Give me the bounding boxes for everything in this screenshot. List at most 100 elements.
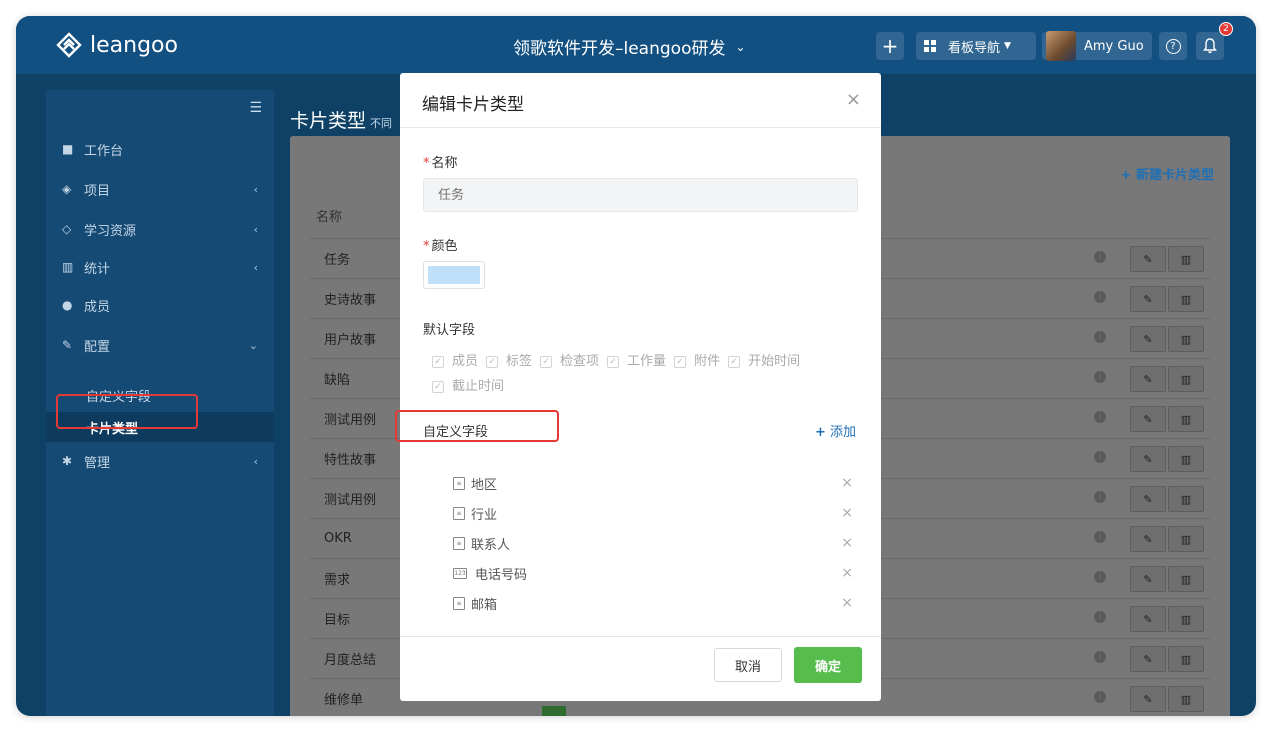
new-card-type-button[interactable]: + 新建卡片类型 — [1121, 164, 1214, 183]
info-icon[interactable]: i — [1094, 571, 1106, 583]
default-field-label: 工作量 — [627, 354, 667, 369]
sidebar-item-workbench[interactable]: ■ 工作台 — [46, 130, 274, 168]
page-title-text: 卡片类型 — [290, 110, 367, 132]
trash-icon: ▥ — [1180, 692, 1192, 706]
row-name: 任务 — [324, 253, 351, 268]
help-button[interactable]: ? — [1159, 32, 1187, 60]
sidebar-item-config[interactable]: ✎ 配置 ⌄ — [46, 326, 274, 364]
sidebar-item-label: 配置 — [84, 339, 111, 355]
project-selector[interactable]: 领歌软件开发–leangoo研发 ⌄ — [513, 34, 746, 59]
info-icon[interactable]: i — [1094, 331, 1106, 343]
delete-button[interactable]: ▥ — [1168, 686, 1204, 712]
default-field-checkbox[interactable]: ✓ 检查项 — [540, 350, 599, 374]
default-field-checkbox[interactable]: ✓ 成员 — [432, 350, 478, 374]
edit-button[interactable]: ✎ — [1130, 606, 1166, 632]
logo[interactable]: leangoo — [56, 29, 178, 61]
board-nav-label: 看板导航 — [948, 40, 1001, 56]
page-subtitle: 不同 — [370, 117, 393, 130]
pencil-icon: ✎ — [1143, 492, 1153, 506]
delete-button[interactable]: ▥ — [1168, 246, 1204, 272]
cancel-button[interactable]: 取消 — [714, 648, 782, 682]
sidebar-item-admin[interactable]: ✱ 管理 ‹ — [46, 442, 274, 480]
chevron-left-icon: ‹ — [253, 454, 258, 468]
confirm-button[interactable]: 确定 — [794, 647, 862, 683]
sidebar-item-learning[interactable]: ◇ 学习资源 ‹ — [46, 210, 274, 248]
trash-icon: ▥ — [1180, 532, 1192, 546]
avatar — [1046, 31, 1076, 61]
close-icon[interactable]: × — [846, 89, 861, 110]
info-icon[interactable]: i — [1094, 251, 1106, 263]
edit-button[interactable]: ✎ — [1130, 446, 1166, 472]
chevron-down-icon: ⌄ — [735, 39, 746, 54]
info-icon[interactable]: i — [1094, 411, 1106, 423]
notification-button[interactable] — [1196, 32, 1224, 60]
user-menu[interactable]: Amy Guo — [1042, 31, 1152, 61]
default-field-checkbox[interactable]: ✓ 工作量 — [607, 350, 666, 374]
pencil-icon: ✎ — [1143, 372, 1153, 386]
default-field-checkbox[interactable]: ✓ 附件 — [674, 350, 720, 374]
row-name: 维修单 — [324, 693, 364, 708]
delete-button[interactable]: ▥ — [1168, 406, 1204, 432]
caret-down-icon: ▼ — [1004, 41, 1011, 51]
add-button[interactable]: + — [876, 32, 904, 60]
user-name: Amy Guo — [1084, 38, 1144, 54]
delete-button[interactable]: ▥ — [1168, 446, 1204, 472]
bell-icon — [1203, 38, 1217, 54]
add-custom-field-button[interactable]: + 添加 — [815, 421, 856, 440]
sidebar-item-stats[interactable]: ▥ 统计 ‹ — [46, 248, 274, 286]
delete-button[interactable]: ▥ — [1168, 606, 1204, 632]
edit-button[interactable]: ✎ — [1130, 646, 1166, 672]
default-field-checkbox[interactable]: ✓ 标签 — [486, 350, 532, 374]
info-icon[interactable]: i — [1094, 691, 1106, 703]
info-icon[interactable]: i — [1094, 371, 1106, 383]
default-field-checkbox[interactable]: ✓ 开始时间 — [728, 350, 800, 374]
default-field-label: 检查项 — [560, 354, 600, 369]
board-nav-button[interactable]: 看板导航 ▼ — [916, 32, 1036, 60]
edit-button[interactable]: ✎ — [1130, 486, 1166, 512]
color-swatch — [542, 706, 566, 716]
check-icon: ✓ — [432, 356, 444, 368]
delete-button[interactable]: ▥ — [1168, 326, 1204, 352]
remove-icon[interactable]: × — [841, 475, 853, 491]
pencil-icon: ✎ — [1143, 692, 1153, 706]
sidebar-item-label: 统计 — [84, 261, 111, 277]
plus-icon: + — [814, 425, 826, 440]
default-field-checkbox[interactable]: ✓ 截止时间 — [432, 375, 504, 399]
info-icon[interactable]: i — [1094, 611, 1106, 623]
custom-field-label: 行业 — [471, 507, 498, 523]
delete-button[interactable]: ▥ — [1168, 566, 1204, 592]
edit-button[interactable]: ✎ — [1130, 406, 1166, 432]
sidebar-item-label: 工作台 — [84, 143, 124, 159]
info-icon[interactable]: i — [1094, 451, 1106, 463]
edit-button[interactable]: ✎ — [1130, 366, 1166, 392]
info-icon[interactable]: i — [1094, 531, 1106, 543]
sidebar-item-members[interactable]: ● 成员 — [46, 286, 274, 324]
name-input[interactable] — [423, 178, 858, 212]
edit-button[interactable]: ✎ — [1130, 566, 1166, 592]
delete-button[interactable]: ▥ — [1168, 646, 1204, 672]
edit-button[interactable]: ✎ — [1130, 326, 1166, 352]
chevron-left-icon: ‹ — [253, 260, 258, 274]
edit-button[interactable]: ✎ — [1130, 286, 1166, 312]
menu-collapse-icon[interactable]: ☰ — [249, 100, 262, 116]
new-card-type-label: 新建卡片类型 — [1135, 168, 1214, 183]
delete-button[interactable]: ▥ — [1168, 526, 1204, 552]
remove-icon[interactable]: × — [841, 505, 853, 521]
delete-button[interactable]: ▥ — [1168, 366, 1204, 392]
edit-button[interactable]: ✎ — [1130, 686, 1166, 712]
info-icon[interactable]: i — [1094, 491, 1106, 503]
default-field-label: 附件 — [694, 354, 721, 369]
remove-icon[interactable]: × — [841, 535, 853, 551]
delete-button[interactable]: ▥ — [1168, 486, 1204, 512]
edit-button[interactable]: ✎ — [1130, 246, 1166, 272]
remove-icon[interactable]: × — [841, 595, 853, 611]
info-icon[interactable]: i — [1094, 291, 1106, 303]
chevron-left-icon: ‹ — [253, 182, 258, 196]
edit-button[interactable]: ✎ — [1130, 526, 1166, 552]
info-icon[interactable]: i — [1094, 651, 1106, 663]
pencil-icon: ✎ — [1143, 452, 1153, 466]
remove-icon[interactable]: × — [841, 565, 853, 581]
delete-button[interactable]: ▥ — [1168, 286, 1204, 312]
sidebar-item-projects[interactable]: ◈ 项目 ‹ — [46, 170, 274, 208]
color-picker[interactable] — [423, 261, 485, 289]
